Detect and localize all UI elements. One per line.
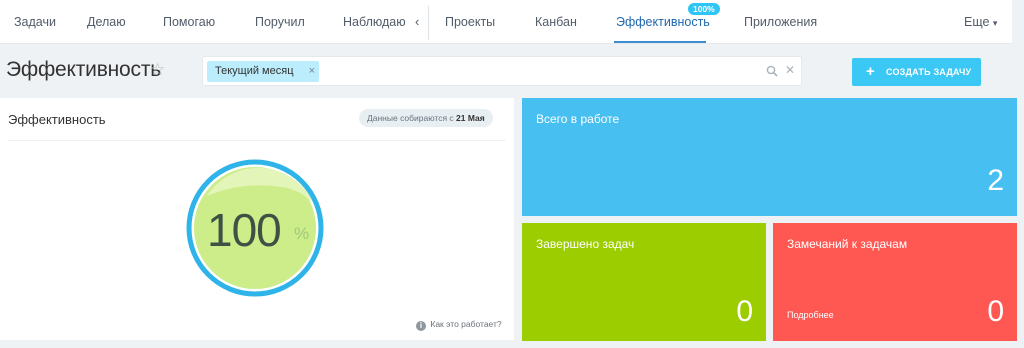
- tile-remarks-value: 0: [987, 295, 1004, 328]
- tile-in-work-value: 2: [987, 164, 1004, 197]
- close-icon[interactable]: ×: [309, 61, 315, 82]
- filter-search-bar[interactable]: Текущий месяц × ✕: [202, 56, 802, 86]
- nav-item-kanban[interactable]: Канбан: [535, 0, 577, 44]
- info-icon: i: [416, 321, 426, 331]
- efficiency-card: Эффективность Данные собираются с 21 Мая…: [0, 98, 514, 340]
- tile-in-work-label: Всего в работе: [536, 112, 620, 126]
- star-icon[interactable]: ☆: [150, 60, 165, 80]
- clear-icon[interactable]: ✕: [785, 63, 795, 77]
- chevron-left-icon[interactable]: ‹: [415, 0, 419, 44]
- nav-item-apps[interactable]: Приложения: [744, 0, 817, 44]
- data-since-date: 21 Мая: [456, 113, 485, 123]
- card-divider: [8, 140, 506, 141]
- nav-item-doing[interactable]: Делаю: [87, 0, 126, 44]
- data-since-badge: Данные собираются с 21 Мая: [359, 109, 493, 127]
- nav-item-helping[interactable]: Помогаю: [163, 0, 215, 44]
- nav-item-projects[interactable]: Проекты: [445, 0, 495, 44]
- nav-item-tasks[interactable]: Задачи: [14, 0, 56, 44]
- nav-separator: [428, 6, 429, 40]
- nav-more-label: Еще: [964, 15, 990, 29]
- tile-remarks-label: Замечаний к задачам: [787, 237, 908, 251]
- filter-chip-label: Текущий месяц: [215, 65, 294, 77]
- how-it-works-link[interactable]: i Как это работает?: [416, 319, 502, 331]
- plus-icon: +: [866, 63, 875, 80]
- tile-completed-label: Завершено задач: [536, 237, 635, 251]
- gauge-unit: %: [294, 224, 310, 243]
- tile-completed[interactable]: Завершено задач 0: [522, 223, 766, 341]
- search-icon[interactable]: [766, 65, 778, 77]
- top-navigation: Задачи Делаю Помогаю Поручил Наблюдаю ‹ …: [0, 0, 1012, 44]
- gauge-value: 100: [207, 204, 282, 256]
- efficiency-card-title: Эффективность: [8, 112, 106, 127]
- tile-completed-value: 0: [736, 295, 753, 328]
- nav-item-watching[interactable]: Наблюдаю: [343, 0, 406, 44]
- filter-chip-current-month[interactable]: Текущий месяц ×: [207, 61, 319, 82]
- nav-item-assigned[interactable]: Поручил: [255, 0, 305, 44]
- how-it-works-label: Как это работает?: [430, 319, 502, 329]
- active-tab-indicator: [614, 41, 706, 43]
- tile-remarks-more-link[interactable]: Подробнее: [787, 310, 834, 320]
- nav-item-more[interactable]: Еще ▾: [964, 0, 997, 44]
- data-since-prefix: Данные собираются с: [367, 113, 454, 123]
- create-task-button[interactable]: + Создать задачу: [852, 58, 981, 86]
- create-task-label: Создать задачу: [886, 67, 972, 77]
- chevron-down-icon: ▾: [992, 18, 998, 28]
- tile-in-work[interactable]: Всего в работе 2: [522, 98, 1017, 216]
- efficiency-badge: 100%: [688, 3, 720, 15]
- tile-remarks[interactable]: Замечаний к задачам Подробнее 0: [773, 223, 1017, 341]
- page-title: Эффективность: [6, 58, 161, 81]
